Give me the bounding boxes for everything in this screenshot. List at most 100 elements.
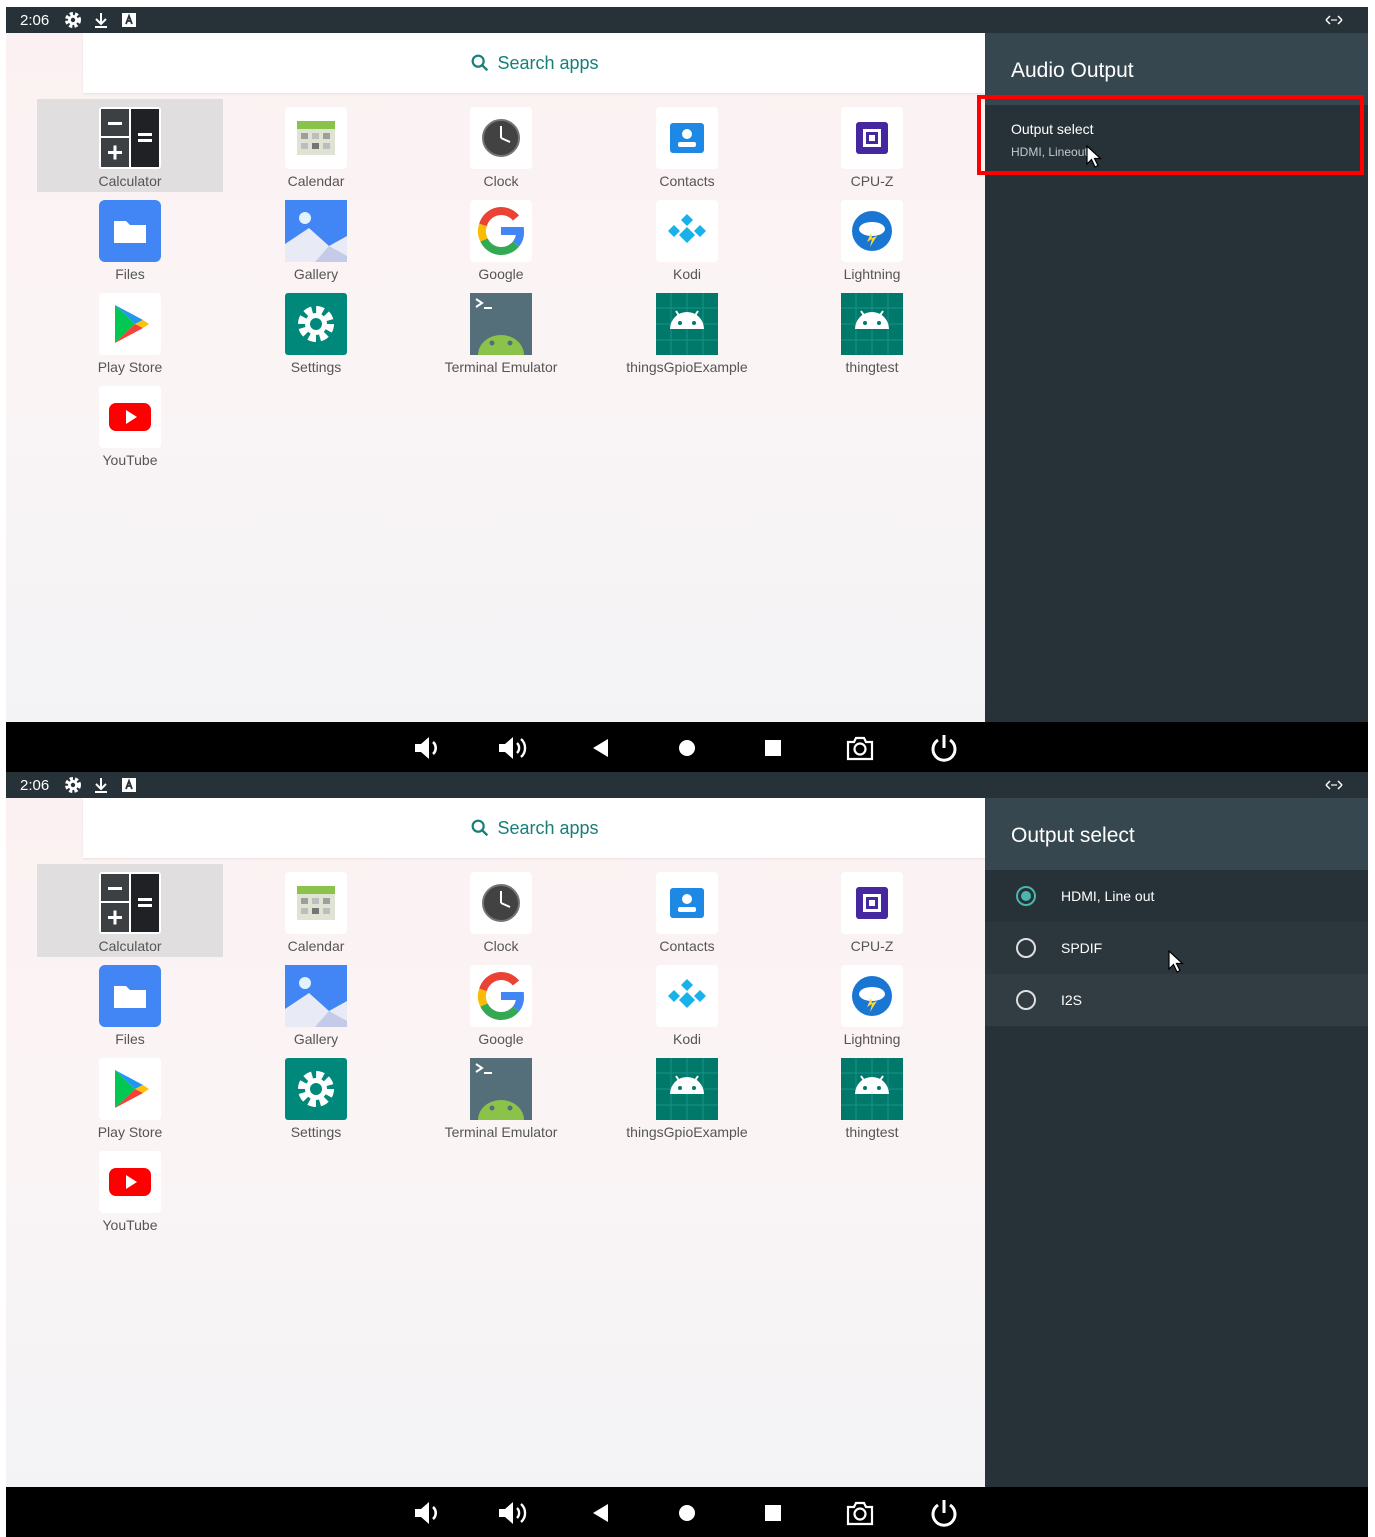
contacts-icon: [656, 107, 718, 169]
power-icon[interactable]: [928, 1497, 960, 1529]
app-label: Clock: [483, 173, 519, 189]
recents-icon[interactable]: [757, 1497, 789, 1529]
camera-icon[interactable]: [844, 1497, 876, 1529]
output-select-panel: Output select HDMI, Line out SPDIF I2S: [985, 798, 1368, 1487]
youtube-icon: [99, 1151, 161, 1213]
volume-up-icon[interactable]: [497, 1497, 529, 1529]
search-bar[interactable]: Search apps: [83, 798, 985, 858]
camera-icon[interactable]: [844, 732, 876, 764]
notification-a-icon: [119, 775, 139, 795]
app-settings[interactable]: Settings: [223, 285, 409, 378]
app-clock[interactable]: Clock: [408, 99, 594, 192]
back-icon[interactable]: [584, 732, 616, 764]
download-icon: [91, 10, 111, 30]
recents-icon[interactable]: [757, 732, 789, 764]
terminal-icon: [470, 293, 532, 355]
calculator-icon: [99, 107, 161, 169]
folder-icon: [99, 965, 161, 1027]
status-bar: 2:06: [6, 772, 1368, 798]
app-youtube[interactable]: YouTube: [37, 378, 223, 471]
search-icon: [469, 52, 491, 74]
home-icon[interactable]: [671, 1497, 703, 1529]
gallery-icon: [285, 965, 347, 1027]
settings-gear-icon: [285, 293, 347, 355]
app-terminal-emulator[interactable]: Terminal Emulator: [408, 1050, 594, 1143]
volume-down-icon[interactable]: [411, 732, 443, 764]
back-icon[interactable]: [584, 1497, 616, 1529]
app-lightning[interactable]: Lightning: [779, 192, 965, 285]
terminal-icon: [470, 1058, 532, 1120]
app-things-gpio-example[interactable]: thingsGpioExample: [594, 285, 780, 378]
app-label: Calendar: [287, 173, 345, 189]
app-calendar[interactable]: Calendar: [223, 99, 409, 192]
app-cpu-z[interactable]: CPU-Z: [779, 864, 965, 957]
app-label: thingtest: [845, 359, 899, 375]
app-clock[interactable]: Clock: [408, 864, 594, 957]
app-lightning[interactable]: Lightning: [779, 957, 965, 1050]
app-cpu-z[interactable]: CPU-Z: [779, 99, 965, 192]
android-icon: [841, 293, 903, 355]
app-youtube[interactable]: YouTube: [37, 1143, 223, 1236]
app-label: Terminal Emulator: [444, 1124, 558, 1140]
settings-gear-icon: [285, 1058, 347, 1120]
app-label: thingsGpioExample: [626, 359, 748, 375]
app-thingtest[interactable]: thingtest: [779, 1050, 965, 1143]
radio-option-hdmi-line-out[interactable]: HDMI, Line out: [985, 870, 1368, 922]
radio-unchecked-icon: [1015, 937, 1037, 959]
app-kodi[interactable]: Kodi: [594, 192, 780, 285]
app-label: thingsGpioExample: [626, 1124, 748, 1140]
search-bar[interactable]: Search apps: [83, 33, 985, 93]
app-label: Google: [478, 266, 524, 282]
app-gallery[interactable]: Gallery: [223, 192, 409, 285]
app-play-store[interactable]: Play Store: [37, 285, 223, 378]
app-label: Lightning: [843, 266, 901, 282]
power-icon[interactable]: [928, 732, 960, 764]
app-settings[interactable]: Settings: [223, 1050, 409, 1143]
app-label: Kodi: [672, 1031, 702, 1047]
screen-top: 2:06 Search apps Calculator Calendar Clo…: [6, 7, 1368, 772]
navigation-bar: [6, 1487, 1368, 1537]
app-things-gpio-example[interactable]: thingsGpioExample: [594, 1050, 780, 1143]
app-label: Play Store: [97, 359, 163, 375]
search-label: Search apps: [497, 52, 599, 73]
mouse-cursor-icon: [1168, 950, 1186, 974]
app-google[interactable]: Google: [408, 192, 594, 285]
expand-arrows-icon: [1324, 11, 1344, 29]
calculator-icon: [99, 872, 161, 934]
panel-header: Output select: [985, 798, 1368, 870]
kodi-icon: [656, 965, 718, 1027]
gallery-icon: [285, 200, 347, 262]
output-select-item[interactable]: Output select HDMI, Lineout: [985, 105, 1368, 177]
app-kodi[interactable]: Kodi: [594, 957, 780, 1050]
google-icon: [470, 965, 532, 1027]
app-label: Calculator: [98, 173, 162, 189]
volume-down-icon[interactable]: [411, 1497, 443, 1529]
home-icon[interactable]: [671, 732, 703, 764]
app-calculator[interactable]: Calculator: [37, 99, 223, 192]
notification-a-icon: [119, 10, 139, 30]
app-calendar[interactable]: Calendar: [223, 864, 409, 957]
panel-title: Output select: [1011, 824, 1135, 847]
app-label: Clock: [483, 938, 519, 954]
pref-summary: HDMI, Lineout: [1011, 145, 1088, 159]
app-files[interactable]: Files: [37, 957, 223, 1050]
radio-option-i2s[interactable]: I2S: [985, 974, 1368, 1026]
app-play-store[interactable]: Play Store: [37, 1050, 223, 1143]
app-contacts[interactable]: Contacts: [594, 864, 780, 957]
app-label: Lightning: [843, 1031, 901, 1047]
app-google[interactable]: Google: [408, 957, 594, 1050]
app-thingtest[interactable]: thingtest: [779, 285, 965, 378]
app-label: thingtest: [845, 1124, 899, 1140]
app-calculator[interactable]: Calculator: [37, 864, 223, 957]
android-icon: [841, 1058, 903, 1120]
android-icon: [656, 293, 718, 355]
folder-icon: [99, 200, 161, 262]
clock-icon: [470, 107, 532, 169]
app-label: Google: [478, 1031, 524, 1047]
app-label: Calculator: [98, 938, 162, 954]
app-gallery[interactable]: Gallery: [223, 957, 409, 1050]
app-terminal-emulator[interactable]: Terminal Emulator: [408, 285, 594, 378]
volume-up-icon[interactable]: [497, 732, 529, 764]
app-contacts[interactable]: Contacts: [594, 99, 780, 192]
app-files[interactable]: Files: [37, 192, 223, 285]
